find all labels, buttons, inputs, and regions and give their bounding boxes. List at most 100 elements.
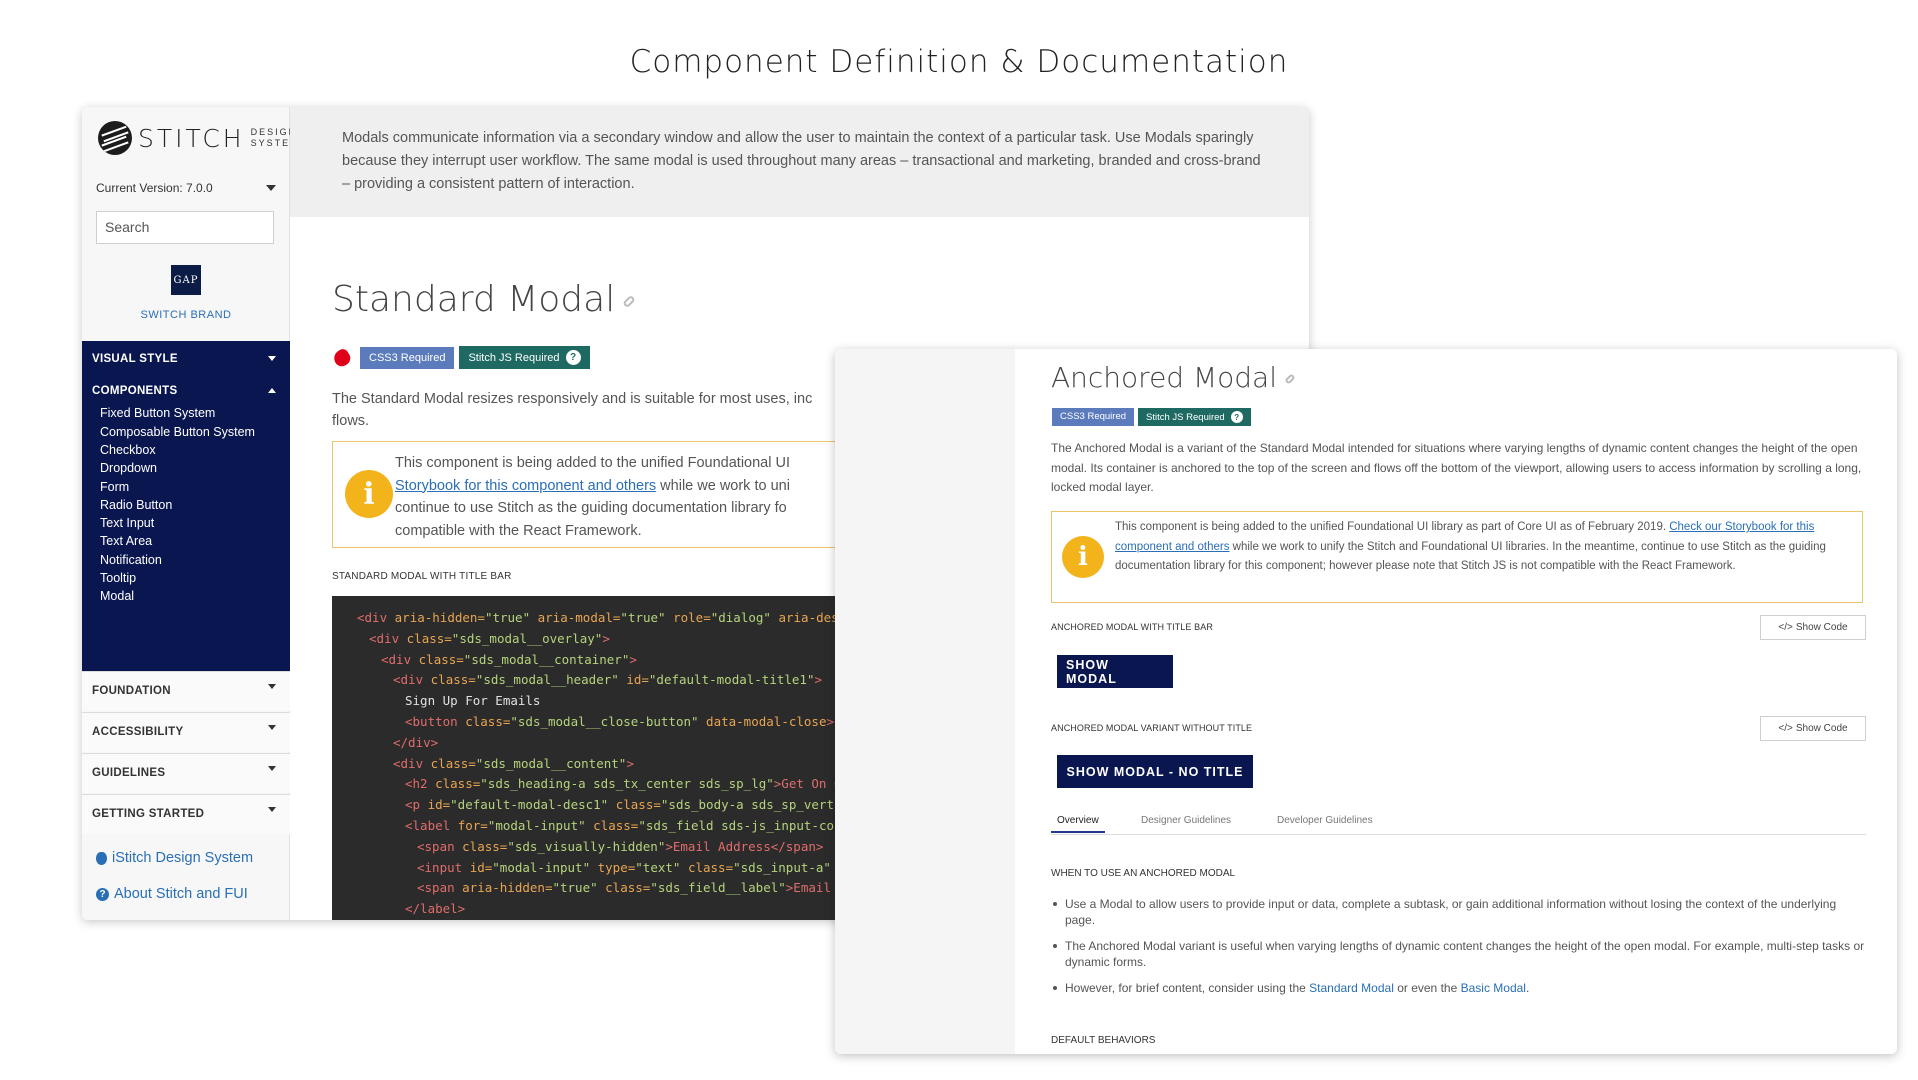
stitch-js-label: Stitch JS Required: [1146, 411, 1225, 423]
css3-badge: CSS3 Required: [360, 346, 455, 369]
desc-line: flows.: [332, 413, 370, 429]
chevron-up-icon: [268, 388, 276, 393]
nav-accessibility-label: ACCESSIBILITY: [92, 726, 184, 738]
sidebar: STITCH DESIGN SYSTEM Current Version: 7.…: [82, 107, 298, 920]
list-item: The Anchored Modal variant is useful whe…: [1051, 938, 1866, 970]
doc-tabs: Overview Designer Guidelines Developer G…: [1051, 809, 1866, 835]
nav-item[interactable]: Text Area: [100, 534, 152, 548]
version-select[interactable]: Current Version: 7.0.0: [96, 181, 276, 195]
requirement-badges: CSS3 Required Stitch JS Required ?: [1052, 408, 1251, 426]
desc-line: The Standard Modal resizes responsively …: [332, 391, 813, 407]
foundational-ui-notice: i This component is being added to the u…: [1051, 511, 1863, 603]
nav-getting-started-label: GETTING STARTED: [92, 808, 205, 820]
nav-item[interactable]: Tooltip: [100, 571, 136, 585]
nav-item[interactable]: Radio Button: [100, 498, 172, 512]
anchored-modal-window: Anchored Modal CSS3 Required Stitch JS R…: [835, 349, 1897, 1054]
nav-getting-started[interactable]: GETTING STARTED: [82, 794, 290, 834]
anchored-modal-description: The Anchored Modal is a variant of the S…: [1051, 441, 1862, 494]
anchored-modal-heading: Anchored Modal: [1051, 361, 1296, 394]
intro-text: Modals communicate information via a sec…: [342, 130, 1261, 192]
nav-item[interactable]: Dropdown: [100, 461, 157, 475]
basic-modal-link[interactable]: Basic Modal: [1461, 981, 1526, 995]
chevron-down-icon: [268, 807, 276, 812]
nav-guidelines-label: GUIDELINES: [92, 767, 166, 779]
chevron-down-icon: [266, 185, 276, 191]
notice-line: This component is being added to the uni…: [395, 455, 790, 471]
notice-line: compatible with the React Framework.: [395, 522, 642, 539]
list-item: However, for brief content, consider usi…: [1051, 980, 1866, 996]
nav-item[interactable]: Notification: [100, 553, 162, 567]
list-text: However, for brief content, consider usi…: [1065, 981, 1310, 995]
sidebar-placeholder: [835, 349, 1015, 1054]
gap-brand-logo[interactable]: GAP: [171, 265, 201, 295]
tab-developer-guidelines[interactable]: Developer Guidelines: [1277, 815, 1373, 826]
nav-item[interactable]: Text Input: [100, 516, 154, 530]
istitch-link[interactable]: iStitch Design System: [96, 850, 253, 866]
nav-visual-style-label: VISUAL STYLE: [92, 353, 178, 365]
nav-accessibility[interactable]: ACCESSIBILITY: [82, 712, 290, 752]
list-text: or even the: [1393, 981, 1461, 995]
link-icon[interactable]: [1284, 373, 1296, 385]
code-icon: </>: [1778, 622, 1793, 633]
nav-item[interactable]: Form: [100, 480, 129, 494]
standard-modal-link[interactable]: Standard Modal: [1309, 981, 1394, 995]
link-icon[interactable]: [622, 294, 636, 308]
standard-modal-description: The Standard Modal resizes responsively …: [332, 388, 922, 432]
switch-brand-link[interactable]: SWITCH BRAND: [82, 309, 290, 321]
nav-item[interactable]: Composable Button System: [100, 425, 255, 439]
nav-expanded: VISUAL STYLE COMPONENTS Fixed Button Sys…: [82, 341, 290, 671]
search-input[interactable]: Search: [96, 211, 274, 244]
show-code-button[interactable]: </> Show Code: [1760, 716, 1866, 741]
nav-item[interactable]: Fixed Button System: [100, 406, 215, 420]
nav-visual-style[interactable]: VISUAL STYLE: [92, 353, 282, 365]
show-code-label: Show Code: [1795, 723, 1848, 734]
code-icon: </>: [1778, 723, 1793, 734]
tab-overview[interactable]: Overview: [1051, 815, 1105, 833]
nav-foundation-label: FOUNDATION: [92, 685, 171, 697]
stitch-js-badge: Stitch JS Required ?: [459, 346, 590, 369]
nav-item-modal[interactable]: Modal: [100, 589, 134, 603]
nav-foundation[interactable]: FOUNDATION: [82, 671, 290, 711]
anchored-modal-title: Anchored Modal: [1051, 361, 1277, 394]
standard-modal-title: Standard Modal: [332, 279, 616, 320]
stitch-logo[interactable]: STITCH DESIGN SYSTEM: [98, 121, 300, 155]
css3-badge: CSS3 Required: [1052, 408, 1135, 426]
nav-guidelines[interactable]: GUIDELINES: [82, 753, 290, 793]
help-icon[interactable]: ?: [565, 350, 581, 365]
show-modal-no-title-button[interactable]: SHOW MODAL - NO TITLE: [1057, 755, 1253, 788]
notice-line: while we work to uni: [656, 477, 790, 494]
chevron-down-icon: [268, 725, 276, 730]
storybook-link[interactable]: Storybook for this component and others: [395, 478, 656, 494]
info-icon: i: [1062, 536, 1104, 578]
stitch-js-badge: Stitch JS Required ?: [1138, 408, 1251, 426]
when-to-use-heading: WHEN TO USE AN ANCHORED MODAL: [1051, 868, 1236, 879]
version-label: Current Version: 7.0.0: [96, 181, 213, 195]
help-icon[interactable]: ?: [1230, 411, 1243, 423]
nav-components-label: COMPONENTS: [92, 385, 178, 397]
default-behaviors-heading: DEFAULT BEHAVIORS: [1051, 1035, 1156, 1046]
intro-banner: Modals communicate information via a sec…: [290, 107, 1309, 217]
chevron-down-icon: [268, 684, 276, 689]
tab-designer-guidelines[interactable]: Designer Guidelines: [1141, 815, 1231, 826]
section-label: ANCHORED MODAL WITH TITLE BAR: [1051, 622, 1213, 632]
notice-text: This component is being added to the uni…: [1115, 518, 1855, 577]
logo-word: STITCH: [138, 123, 245, 153]
show-code-label: Show Code: [1795, 622, 1848, 633]
about-stitch-link[interactable]: ? About Stitch and FUI: [96, 886, 248, 902]
notice-line: continue to use Stitch as the guiding do…: [395, 500, 787, 516]
nav-components[interactable]: COMPONENTS: [92, 385, 282, 397]
red-marker-icon: [331, 346, 353, 369]
show-modal-button[interactable]: SHOW MODAL: [1057, 655, 1173, 688]
nav-item[interactable]: Checkbox: [100, 443, 156, 457]
info-icon: i: [345, 470, 393, 518]
requirement-badges: CSS3 Required Stitch JS Required ?: [331, 346, 590, 369]
help-icon: ?: [96, 887, 109, 901]
chevron-down-icon: [268, 356, 276, 361]
stitch-logo-icon: [98, 121, 132, 155]
standard-modal-heading: Standard Modal: [332, 279, 636, 320]
apple-icon: [96, 851, 107, 865]
show-code-button[interactable]: </> Show Code: [1760, 615, 1866, 640]
list-item: Use a Modal to allow users to provide in…: [1051, 896, 1866, 928]
page-title: Component Definition & Documentation: [629, 44, 1289, 80]
section-label: ANCHORED MODAL VARIANT WITHOUT TITLE: [1051, 723, 1253, 733]
